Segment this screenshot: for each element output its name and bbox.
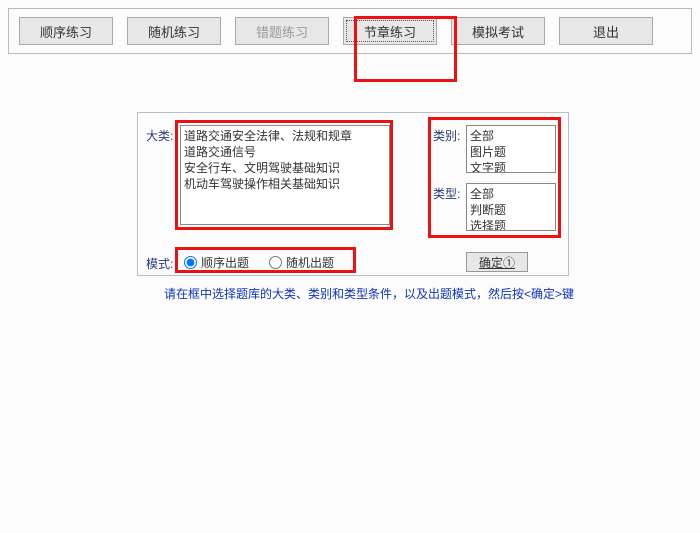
instruction-text: 请在框中选择题库的大类、类别和类型条件，以及出题模式，然后按<确定>键 bbox=[164, 285, 574, 302]
nav-btn-sequential[interactable]: 顺序练习 bbox=[19, 17, 113, 45]
radio-random-label[interactable]: 随机出题 bbox=[269, 254, 334, 271]
listbox-type[interactable]: 全部 判断题 选择题 bbox=[466, 183, 556, 231]
radio-sequential[interactable] bbox=[184, 256, 197, 269]
list-item[interactable]: 全部 bbox=[470, 186, 552, 202]
nav-btn-chapter[interactable]: 节章练习 bbox=[343, 17, 437, 45]
label-mode: 模式: bbox=[146, 255, 173, 272]
confirm-button[interactable]: 确定① bbox=[466, 252, 528, 272]
list-item[interactable]: 选择题 bbox=[470, 218, 552, 231]
label-category: 大类: bbox=[146, 127, 173, 144]
nav-btn-wrong[interactable]: 错题练习 bbox=[235, 17, 329, 45]
radio-sequential-text: 顺序出题 bbox=[201, 254, 249, 271]
listbox-category[interactable]: 道路交通安全法律、法规和规章 道路交通信号 安全行车、文明驾驶基础知识 机动车驾… bbox=[180, 125, 390, 225]
label-kind: 类别: bbox=[433, 127, 460, 144]
list-item[interactable]: 道路交通信号 bbox=[184, 144, 386, 160]
nav-btn-exit[interactable]: 退出 bbox=[559, 17, 653, 45]
nav-toolbar: 顺序练习 随机练习 错题练习 节章练习 模拟考试 退出 bbox=[8, 8, 692, 54]
list-item[interactable]: 文字题 bbox=[470, 160, 552, 173]
list-item[interactable]: 道路交通安全法律、法规和规章 bbox=[184, 128, 386, 144]
radio-random[interactable] bbox=[269, 256, 282, 269]
list-item[interactable]: 判断题 bbox=[470, 202, 552, 218]
list-item[interactable]: 图片题 bbox=[470, 144, 552, 160]
list-item[interactable]: 全部 bbox=[470, 128, 552, 144]
nav-btn-random[interactable]: 随机练习 bbox=[127, 17, 221, 45]
mode-radio-group: 顺序出题 随机出题 bbox=[184, 254, 334, 271]
listbox-kind[interactable]: 全部 图片题 文字题 bbox=[466, 125, 556, 173]
nav-btn-exam[interactable]: 模拟考试 bbox=[451, 17, 545, 45]
radio-random-text: 随机出题 bbox=[286, 254, 334, 271]
list-item[interactable]: 安全行车、文明驾驶基础知识 bbox=[184, 160, 386, 176]
label-type: 类型: bbox=[433, 185, 460, 202]
list-item[interactable]: 机动车驾驶操作相关基础知识 bbox=[184, 176, 386, 192]
radio-sequential-label[interactable]: 顺序出题 bbox=[184, 254, 249, 271]
form-panel: 大类: 道路交通安全法律、法规和规章 道路交通信号 安全行车、文明驾驶基础知识 … bbox=[137, 112, 569, 276]
